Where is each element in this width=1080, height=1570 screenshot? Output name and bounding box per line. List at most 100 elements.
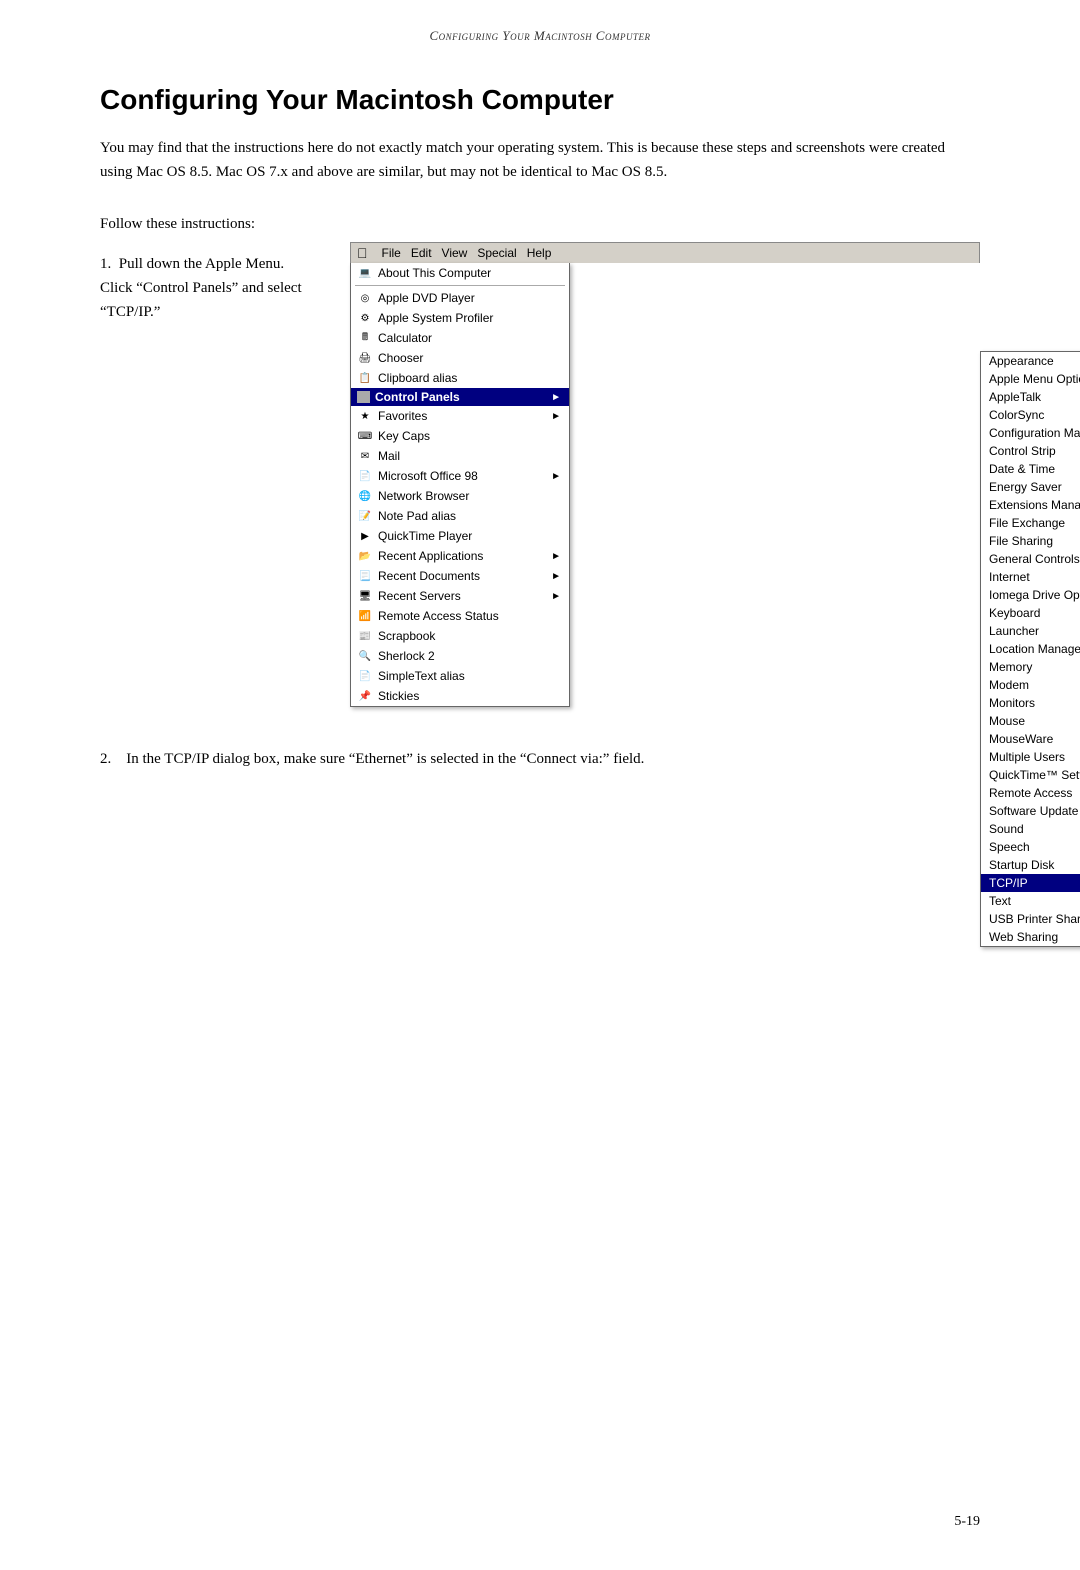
submenu-usbprinter[interactable]: USB Printer Sharing (981, 910, 1080, 928)
clipboard-icon: 📋 (357, 370, 373, 386)
menu-recent-docs[interactable]: 📃 Recent Documents ► (351, 566, 569, 586)
menu-recent-apps[interactable]: 📂 Recent Applications ► (351, 546, 569, 566)
menu-mail[interactable]: ✉ Mail (351, 446, 569, 466)
menu-dvd[interactable]: ◎ Apple DVD Player (351, 288, 569, 308)
mac-menu-screenshot:  File Edit View Special Help 💻 About Th… (350, 242, 980, 707)
keycaps-label: Key Caps (378, 429, 561, 443)
submenu-modem[interactable]: Modem (981, 676, 1080, 694)
submenu-internet[interactable]: Internet (981, 568, 1080, 586)
menu-chooser[interactable]: 🖨 Chooser (351, 348, 569, 368)
submenu-applemenuoptions[interactable]: Apple Menu Options (981, 370, 1080, 388)
menubar-help: Help (527, 246, 552, 260)
submenu-energysaver[interactable]: Energy Saver (981, 478, 1080, 496)
stickies-icon: 📌 (357, 688, 373, 704)
quicktime-label: QuickTime Player (378, 529, 561, 543)
submenu-iomega[interactable]: Iomega Drive Options (981, 586, 1080, 604)
submenu-keyboard[interactable]: Keyboard (981, 604, 1080, 622)
recent-apps-arrow: ► (551, 551, 561, 562)
sherlock-label: Sherlock 2 (378, 649, 561, 663)
notepad-label: Note Pad alias (378, 509, 561, 523)
stickies-label: Stickies (378, 689, 561, 703)
submenu-appletalk[interactable]: AppleTalk (981, 388, 1080, 406)
submenu-configmanager[interactable]: Configuration Manager (981, 424, 1080, 442)
favorites-arrow: ► (551, 411, 561, 422)
menu-about[interactable]: 💻 About This Computer (351, 263, 569, 283)
submenu-tcpip[interactable]: TCP/IP (981, 874, 1080, 892)
menu-quicktime[interactable]: ▶ QuickTime Player (351, 526, 569, 546)
menu-scrapbook[interactable]: 📰 Scrapbook (351, 626, 569, 646)
about-icon: 💻 (357, 265, 373, 281)
controlpanels-icon (357, 391, 370, 403)
submenu-fileexchange[interactable]: File Exchange (981, 514, 1080, 532)
menu-simpletext[interactable]: 📄 SimpleText alias (351, 666, 569, 686)
mac-menubar:  File Edit View Special Help (350, 242, 980, 263)
step1-content: Pull down the Apple Menu. Click “Control… (100, 256, 302, 320)
submenu-locationmanager[interactable]: Location Manager (981, 640, 1080, 658)
favorites-icon: ★ (357, 408, 373, 424)
sherlock-icon: 🔍 (357, 648, 373, 664)
menu-keycaps[interactable]: ⌨ Key Caps (351, 426, 569, 446)
menu-stickies[interactable]: 📌 Stickies (351, 686, 569, 706)
menu-profiler[interactable]: ⚙ Apple System Profiler (351, 308, 569, 328)
chapter-title: Configuring Your Macintosh Computer (100, 84, 980, 116)
recent-docs-icon: 📃 (357, 568, 373, 584)
submenu-remoteaccess[interactable]: Remote Access (981, 784, 1080, 802)
submenu-filesharing[interactable]: File Sharing (981, 532, 1080, 550)
submenu-controlstrip[interactable]: Control Strip (981, 442, 1080, 460)
menu-network[interactable]: 🌐 Network Browser (351, 486, 569, 506)
quicktime-icon: ▶ (357, 528, 373, 544)
submenu-startupdisk[interactable]: Startup Disk (981, 856, 1080, 874)
submenu-memory[interactable]: Memory (981, 658, 1080, 676)
menu-clipboard[interactable]: 📋 Clipboard alias (351, 368, 569, 388)
clipboard-label: Clipboard alias (378, 371, 561, 385)
controlpanels-label: Control Panels (375, 390, 543, 404)
menu-calculator[interactable]: 🖩 Calculator (351, 328, 569, 348)
submenu-appearance[interactable]: Appearance (981, 352, 1080, 370)
remote-status-icon: 📶 (357, 608, 373, 624)
submenu-speech[interactable]: Speech (981, 838, 1080, 856)
control-panels-submenu: Appearance Apple Menu Options AppleTalk … (980, 351, 1080, 947)
network-label: Network Browser (378, 489, 561, 503)
page-number: 5-19 (954, 1514, 980, 1530)
submenu-monitors[interactable]: Monitors (981, 694, 1080, 712)
menu-favorites[interactable]: ★ Favorites ► (351, 406, 569, 426)
about-label: About This Computer (378, 266, 561, 280)
step1-area: 1. Pull down the Apple Menu. Click “Cont… (100, 252, 980, 707)
submenu-mouse[interactable]: Mouse (981, 712, 1080, 730)
submenu-multipleusers[interactable]: Multiple Users (981, 748, 1080, 766)
menu-controlpanels[interactable]: Control Panels ► (351, 388, 569, 406)
menu-office[interactable]: 📄 Microsoft Office 98 ► (351, 466, 569, 486)
submenu-quicktimesettings[interactable]: QuickTime™ Settings (981, 766, 1080, 784)
submenu-sound[interactable]: Sound (981, 820, 1080, 838)
submenu-generalcontrols[interactable]: General Controls (981, 550, 1080, 568)
profiler-label: Apple System Profiler (378, 311, 561, 325)
remote-status-label: Remote Access Status (378, 609, 561, 623)
chooser-label: Chooser (378, 351, 561, 365)
submenu-extmanager[interactable]: Extensions Manager (981, 496, 1080, 514)
submenu-text[interactable]: Text (981, 892, 1080, 910)
menubar-file: File (382, 246, 401, 260)
follow-text: Follow these instructions: (100, 212, 980, 236)
step1-text: 1. Pull down the Apple Menu. Click “Cont… (100, 252, 320, 324)
network-icon: 🌐 (357, 488, 373, 504)
menu-notepad[interactable]: 📝 Note Pad alias (351, 506, 569, 526)
mac-menu-body: 💻 About This Computer ◎ Apple DVD Player… (350, 263, 980, 707)
recent-servers-arrow: ► (551, 591, 561, 602)
keycaps-icon: ⌨ (357, 428, 373, 444)
menu-sherlock[interactable]: 🔍 Sherlock 2 (351, 646, 569, 666)
submenu-softwareupdate[interactable]: Software Update (981, 802, 1080, 820)
intro-paragraph: You may find that the instructions here … (100, 136, 980, 184)
submenu-websharing[interactable]: Web Sharing (981, 928, 1080, 946)
submenu-datetime[interactable]: Date & Time (981, 460, 1080, 478)
recent-docs-label: Recent Documents (378, 569, 543, 583)
apple-menu-dropdown: 💻 About This Computer ◎ Apple DVD Player… (350, 263, 570, 707)
recent-servers-label: Recent Servers (378, 589, 543, 603)
submenu-mouseware[interactable]: MouseWare (981, 730, 1080, 748)
office-arrow: ► (551, 471, 561, 482)
submenu-launcher[interactable]: Launcher (981, 622, 1080, 640)
menu-remote-status[interactable]: 📶 Remote Access Status (351, 606, 569, 626)
recent-apps-label: Recent Applications (378, 549, 543, 563)
menu-recent-servers[interactable]: 🖥 Recent Servers ► (351, 586, 569, 606)
submenu-colorsync[interactable]: ColorSync (981, 406, 1080, 424)
dvd-icon: ◎ (357, 290, 373, 306)
